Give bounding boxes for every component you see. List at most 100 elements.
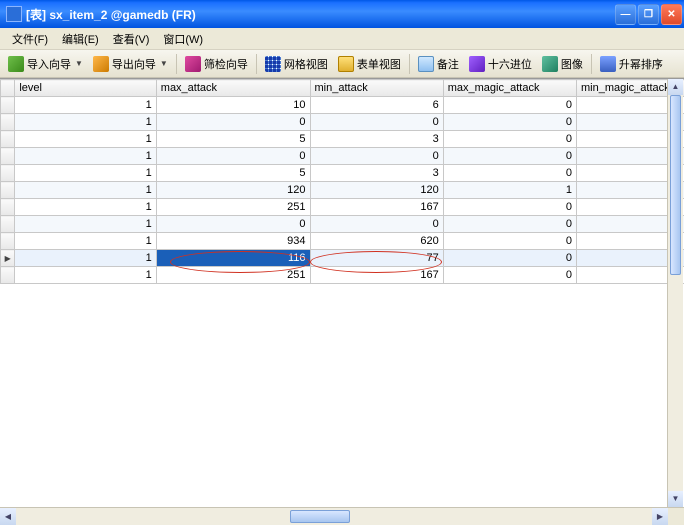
table-row[interactable]: 11201201 <box>1 182 684 199</box>
cell-level[interactable]: 1 <box>15 148 156 165</box>
cell-max-attack[interactable]: 116 <box>156 250 310 267</box>
row-header[interactable] <box>1 199 15 216</box>
cell-min-attack[interactable]: 0 <box>310 114 443 131</box>
cell-max-attack[interactable]: 251 <box>156 199 310 216</box>
cell-level[interactable]: 1 <box>15 131 156 148</box>
cell-max-attack[interactable]: 934 <box>156 233 310 250</box>
scroll-thumb-v[interactable] <box>670 95 681 275</box>
table-row[interactable]: 12511670 <box>1 267 684 284</box>
image-button[interactable]: 图像 <box>538 54 587 74</box>
menu-file[interactable]: 文件(F) <box>6 29 54 49</box>
menu-edit[interactable]: 编辑(E) <box>56 29 105 49</box>
cell-max-magic-attack[interactable]: 0 <box>443 114 576 131</box>
cell-min-attack[interactable]: 167 <box>310 267 443 284</box>
col-level[interactable]: level <box>15 80 156 97</box>
cell-max-attack[interactable]: 5 <box>156 131 310 148</box>
form-icon <box>338 56 354 72</box>
cell-max-magic-attack[interactable]: 0 <box>443 233 576 250</box>
scroll-up-arrow[interactable]: ▲ <box>668 79 683 95</box>
cell-level[interactable]: 1 <box>15 199 156 216</box>
cell-level[interactable]: 1 <box>15 165 156 182</box>
cell-max-magic-attack[interactable]: 0 <box>443 131 576 148</box>
sort-asc-button[interactable]: 升幂排序 <box>596 54 667 74</box>
cell-level[interactable]: 1 <box>15 182 156 199</box>
cell-level[interactable]: 1 <box>15 250 156 267</box>
cell-max-magic-attack[interactable]: 0 <box>443 216 576 233</box>
cell-level[interactable]: 1 <box>15 267 156 284</box>
row-header[interactable] <box>1 97 15 114</box>
cell-max-attack[interactable]: 5 <box>156 165 310 182</box>
grid-view-button[interactable]: 网格视图 <box>261 54 332 74</box>
row-header[interactable] <box>1 182 15 199</box>
cell-min-attack[interactable]: 620 <box>310 233 443 250</box>
cell-max-attack[interactable]: 0 <box>156 148 310 165</box>
data-table[interactable]: level max_attack min_attack max_magic_at… <box>0 79 684 284</box>
row-header[interactable] <box>1 165 15 182</box>
row-header[interactable] <box>1 267 15 284</box>
cell-max-attack[interactable]: 10 <box>156 97 310 114</box>
cell-min-attack[interactable]: 3 <box>310 131 443 148</box>
cell-max-magic-attack[interactable]: 1 <box>443 182 576 199</box>
row-header[interactable] <box>1 114 15 131</box>
resize-grip[interactable] <box>668 508 684 525</box>
minimize-button[interactable]: — <box>615 4 636 25</box>
cell-min-attack[interactable]: 6 <box>310 97 443 114</box>
vertical-scrollbar[interactable]: ▲ ▼ <box>667 79 683 507</box>
row-header[interactable] <box>1 250 15 267</box>
cell-max-magic-attack[interactable]: 0 <box>443 165 576 182</box>
scroll-down-arrow[interactable]: ▼ <box>668 491 683 507</box>
row-header[interactable] <box>1 148 15 165</box>
close-button[interactable]: ✕ <box>661 4 682 25</box>
cell-min-attack[interactable]: 0 <box>310 216 443 233</box>
cell-max-magic-attack[interactable]: 0 <box>443 250 576 267</box>
cell-min-attack[interactable]: 3 <box>310 165 443 182</box>
table-row[interactable]: 1000 <box>1 216 684 233</box>
table-row[interactable]: 1116770 <box>1 250 684 267</box>
cell-max-attack[interactable]: 251 <box>156 267 310 284</box>
cell-max-attack[interactable]: 120 <box>156 182 310 199</box>
cell-max-magic-attack[interactable]: 0 <box>443 97 576 114</box>
cell-min-attack[interactable]: 120 <box>310 182 443 199</box>
menu-window[interactable]: 窗口(W) <box>157 29 209 49</box>
horizontal-scrollbar[interactable]: ◀ ▶ <box>0 507 684 525</box>
export-wizard-button[interactable]: 导出向导▼ <box>89 54 172 74</box>
cell-max-magic-attack[interactable]: 0 <box>443 148 576 165</box>
cell-max-attack[interactable]: 0 <box>156 114 310 131</box>
form-view-button[interactable]: 表单视图 <box>334 54 405 74</box>
import-wizard-button[interactable]: 导入向导▼ <box>4 54 87 74</box>
col-max-attack[interactable]: max_attack <box>156 80 310 97</box>
menu-view[interactable]: 查看(V) <box>107 29 156 49</box>
cell-max-attack[interactable]: 0 <box>156 216 310 233</box>
col-min-attack[interactable]: min_attack <box>310 80 443 97</box>
cell-min-attack[interactable]: 0 <box>310 148 443 165</box>
table-row[interactable]: 11060 <box>1 97 684 114</box>
cell-min-attack[interactable]: 167 <box>310 199 443 216</box>
cell-max-magic-attack[interactable]: 0 <box>443 199 576 216</box>
table-row[interactable]: 1530 <box>1 131 684 148</box>
cell-level[interactable]: 1 <box>15 216 156 233</box>
hex-button[interactable]: 十六进位 <box>465 54 536 74</box>
cell-max-magic-attack[interactable]: 0 <box>443 267 576 284</box>
separator <box>409 54 410 74</box>
scroll-left-arrow[interactable]: ◀ <box>0 508 16 525</box>
note-button[interactable]: 备注 <box>414 54 463 74</box>
col-max-magic-attack[interactable]: max_magic_attack <box>443 80 576 97</box>
row-header-corner[interactable] <box>1 80 15 97</box>
filter-wizard-button[interactable]: 筛检向导 <box>181 54 252 74</box>
scroll-right-arrow[interactable]: ▶ <box>652 508 668 525</box>
table-row[interactable]: 12511670 <box>1 199 684 216</box>
table-row[interactable]: 1530 <box>1 165 684 182</box>
table-row[interactable]: 1000 <box>1 114 684 131</box>
cell-level[interactable]: 1 <box>15 233 156 250</box>
row-header[interactable] <box>1 216 15 233</box>
maximize-button[interactable]: ❐ <box>638 4 659 25</box>
import-label: 导入向导 <box>27 56 71 72</box>
cell-min-attack[interactable]: 77 <box>310 250 443 267</box>
row-header[interactable] <box>1 131 15 148</box>
cell-level[interactable]: 1 <box>15 114 156 131</box>
table-row[interactable]: 1000 <box>1 148 684 165</box>
cell-level[interactable]: 1 <box>15 97 156 114</box>
table-row[interactable]: 19346200 <box>1 233 684 250</box>
scroll-thumb-h[interactable] <box>290 510 350 523</box>
row-header[interactable] <box>1 233 15 250</box>
